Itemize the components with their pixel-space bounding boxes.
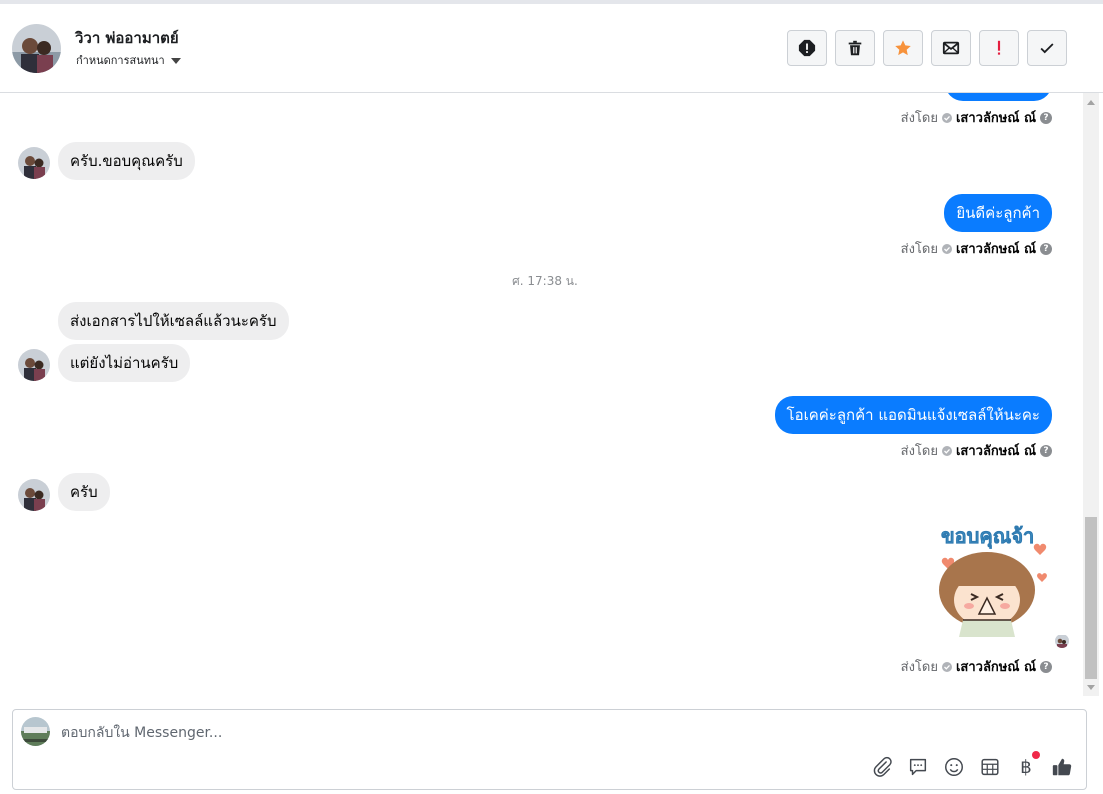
conversation-settings-dropdown[interactable]: กำหนดการสนทนา [76,51,181,69]
help-icon[interactable]: ? [1040,660,1052,673]
sent-by-row: ส่งโดย เสาวลักษณ์ ณ์ ? [901,440,1052,461]
saved-replies-button[interactable] [906,755,930,779]
sender-name[interactable]: เสาวลักษณ์ ณ์ [956,238,1036,259]
trash-icon [848,40,862,56]
emoji-button[interactable] [942,755,966,779]
sticker-girl-icon [939,543,1047,637]
paperclip-icon [873,756,892,777]
star-icon [895,40,911,56]
reply-input[interactable] [61,722,821,744]
sent-by-row: ส่งโดย เสาวลักษณ์ ณ์ ? [901,238,1052,259]
scrollbar-thumb[interactable] [1085,517,1097,679]
seen-by-avatar [1055,634,1069,648]
composer-tools: ฿ [870,751,1074,779]
report-button[interactable] [787,30,827,66]
page-avatar [21,717,50,746]
spam-button[interactable] [979,30,1019,66]
reply-composer: ฿ [12,709,1087,790]
message-timestamp: ศ. 17:38 น. [512,274,578,288]
check-icon [1040,43,1054,54]
mark-unread-button[interactable] [931,30,971,66]
check-icon [941,243,952,254]
exclamation-circle-icon [798,39,816,57]
done-button[interactable] [1027,30,1067,66]
check-icon [941,661,952,672]
like-button[interactable] [1050,755,1074,779]
sender-name[interactable]: เสาวลักษณ์ ณ์ [956,656,1036,677]
baht-icon: ฿ [1020,756,1032,778]
contact-mini-avatar[interactable] [18,479,50,511]
incoming-message[interactable]: ครับ.ขอบคุณครับ [58,142,195,180]
message-scrollbar[interactable] [1083,93,1099,696]
delete-button[interactable] [835,30,875,66]
check-icon [941,112,952,123]
smiley-icon [945,758,963,776]
conversation-header: วิวา พ่ออามาตย์ กำหนดการสนทนา [0,0,1103,93]
calendar-icon [981,758,999,776]
sent-by-label: ส่งโดย [900,444,938,459]
help-icon[interactable]: ? [1040,111,1052,124]
thank-you-sticker[interactable]: ขอบคุณจ้า [925,520,1055,645]
contact-mini-avatar[interactable] [18,147,50,179]
sent-by-label: ส่งโดย [900,242,938,257]
sender-name[interactable]: เสาวลักษณ์ ณ์ [956,440,1036,461]
scroll-up-arrow[interactable] [1083,95,1099,109]
incoming-message[interactable]: ครับ [58,473,110,511]
star-button[interactable] [883,30,923,66]
incoming-message[interactable]: แต่ยังไม่อ่านครับ [58,344,191,382]
payment-button[interactable]: ฿ [1014,751,1040,779]
notification-dot [1032,751,1040,759]
exclamation-icon [997,40,1001,55]
sent-by-label: ส่งโดย [900,660,938,675]
incoming-message[interactable]: ส่งเอกสารไปให้เซลล์แล้วนะครับ [58,302,289,340]
sent-by-label: ส่งโดย [900,111,938,126]
sent-by-row: ส่งโดย เสาวลักษณ์ ณ์ ? [901,107,1052,128]
sender-name[interactable]: เสาวลักษณ์ ณ์ [956,107,1036,128]
help-icon[interactable]: ? [1040,242,1052,255]
thumbs-up-icon [1052,758,1072,776]
message-list[interactable]: ส่งโดย เสาวลักษณ์ ณ์ ? ครับ.ขอบคุณครับ ย… [0,93,1083,696]
chat-bubble-icon [909,758,927,776]
scroll-down-arrow[interactable] [1083,680,1099,694]
attach-button[interactable] [870,755,894,779]
envelope-icon [942,41,960,55]
header-actions [787,30,1067,66]
contact-mini-avatar[interactable] [18,349,50,381]
contact-avatar[interactable] [12,24,61,73]
sent-by-row: ส่งโดย เสาวลักษณ์ ณ์ ? [901,656,1052,677]
outgoing-message[interactable]: โอเคค่ะลูกค้า แอดมินแจ้งเซลล์ให้นะคะ [774,396,1052,434]
outgoing-message[interactable]: ยินดีค่ะลูกค้า [944,194,1052,232]
outgoing-bubble-partial [945,93,1052,101]
help-icon[interactable]: ? [1040,444,1052,457]
caret-down-icon [170,57,181,64]
check-icon [941,445,952,456]
appointment-button[interactable] [978,755,1002,779]
conversation-settings-label: กำหนดการสนทนา [76,54,165,67]
contact-name[interactable]: วิวา พ่ออามาตย์ [75,26,179,50]
